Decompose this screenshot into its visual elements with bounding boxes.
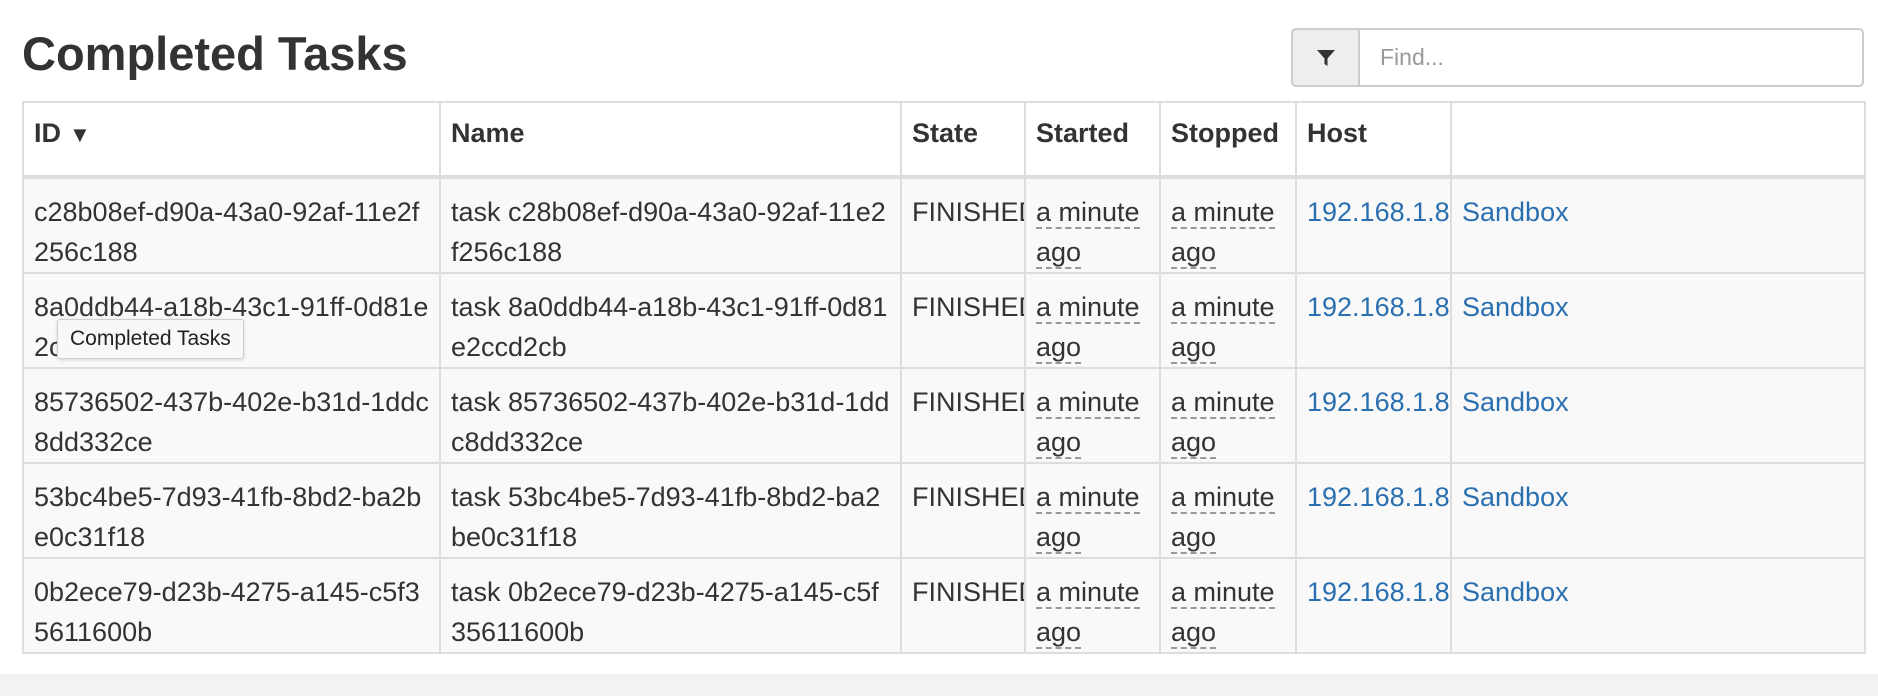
task-id: c28b08ef-d90a-43a0-92af-11e2f256c188 [34, 197, 420, 267]
sandbox-link[interactable]: Sandbox [1462, 197, 1569, 227]
task-name-cell: task c28b08ef-d90a-43a0-92af-11e2f256c18… [439, 177, 901, 273]
filter-group [1291, 28, 1864, 87]
column-header-host[interactable]: Host [1295, 102, 1451, 179]
task-host-cell: 192.168.1.83 [1295, 462, 1451, 558]
task-state: FINISHED [900, 177, 1025, 273]
task-name: task 53bc4be5-7d93-41fb-8bd2-ba2be0c31f1… [451, 482, 881, 552]
column-header-id-label: ID [34, 118, 61, 148]
task-started-cell: a minute ago [1024, 367, 1160, 463]
task-id: 85736502-437b-402e-b31d-1ddc8dd332ce [34, 387, 429, 457]
task-started-cell: a minute ago [1024, 462, 1160, 558]
task-host-cell: 192.168.1.83 [1295, 557, 1451, 653]
task-id-cell: 0b2ece79-d23b-4275-a145-c5f35611600b [23, 557, 440, 653]
table-row: 0b2ece79-d23b-4275-a145-c5f35611600b tas… [23, 557, 1865, 653]
task-stopped-time[interactable]: a minute ago [1171, 387, 1275, 459]
task-name-cell: task 53bc4be5-7d93-41fb-8bd2-ba2be0c31f1… [439, 462, 901, 558]
table-header-row: ID ▼ Name State Started Stopped Host [23, 102, 1865, 179]
filter-icon [1291, 28, 1358, 87]
column-header-actions [1450, 102, 1865, 179]
table-row: 85736502-437b-402e-b31d-1ddc8dd332ce tas… [23, 367, 1865, 463]
task-stopped-cell: a minute ago [1159, 462, 1296, 558]
task-name-cell: task 8a0ddb44-a18b-43c1-91ff-0d81e2ccd2c… [439, 272, 901, 368]
task-sandbox-cell: Sandbox [1450, 462, 1865, 558]
task-stopped-cell: a minute ago [1159, 177, 1296, 273]
task-sandbox-cell: Sandbox [1450, 177, 1865, 273]
task-id: 0b2ece79-d23b-4275-a145-c5f35611600b [34, 577, 420, 647]
task-stopped-time[interactable]: a minute ago [1171, 577, 1275, 649]
task-started-time[interactable]: a minute ago [1036, 197, 1140, 269]
task-stopped-cell: a minute ago [1159, 272, 1296, 368]
task-state: FINISHED [900, 462, 1025, 558]
tasks-table: ID ▼ Name State Started Stopped Host c28b… [22, 101, 1866, 654]
task-started-cell: a minute ago [1024, 272, 1160, 368]
task-stopped-time[interactable]: a minute ago [1171, 197, 1275, 269]
page-title: Completed Tasks [22, 27, 408, 80]
task-name: task c28b08ef-d90a-43a0-92af-11e2f256c18… [451, 197, 886, 267]
task-started-time[interactable]: a minute ago [1036, 577, 1140, 649]
host-link[interactable]: 192.168.1.83 [1307, 197, 1451, 227]
table-row: 53bc4be5-7d93-41fb-8bd2-ba2be0c31f18 tas… [23, 462, 1865, 558]
task-started-cell: a minute ago [1024, 557, 1160, 653]
task-stopped-time[interactable]: a minute ago [1171, 292, 1275, 364]
column-header-name[interactable]: Name [439, 102, 901, 179]
column-header-state[interactable]: State [900, 102, 1025, 179]
task-sandbox-cell: Sandbox [1450, 272, 1865, 368]
task-name: task 0b2ece79-d23b-4275-a145-c5f35611600… [451, 577, 879, 647]
task-host-cell: 192.168.1.83 [1295, 177, 1451, 273]
task-state: FINISHED [900, 557, 1025, 653]
task-name: task 8a0ddb44-a18b-43c1-91ff-0d81e2ccd2c… [451, 292, 888, 362]
table-row: c28b08ef-d90a-43a0-92af-11e2f256c188 tas… [23, 177, 1865, 273]
column-header-started[interactable]: Started [1024, 102, 1160, 179]
task-host-cell: 192.168.1.83 [1295, 367, 1451, 463]
host-link[interactable]: 192.168.1.83 [1307, 577, 1451, 607]
task-id: 53bc4be5-7d93-41fb-8bd2-ba2be0c31f18 [34, 482, 422, 552]
task-stopped-time[interactable]: a minute ago [1171, 482, 1275, 554]
table-row: 8a0ddb44-a18b-43c1-91ff-0d81e2ccd2cb tas… [23, 272, 1865, 368]
host-link[interactable]: 192.168.1.83 [1307, 482, 1451, 512]
task-name-cell: task 0b2ece79-d23b-4275-a145-c5f35611600… [439, 557, 901, 653]
task-id-cell: 53bc4be5-7d93-41fb-8bd2-ba2be0c31f18 [23, 462, 440, 558]
sandbox-link[interactable]: Sandbox [1462, 577, 1569, 607]
tooltip: Completed Tasks [57, 319, 244, 359]
task-started-time[interactable]: a minute ago [1036, 387, 1140, 459]
find-input[interactable] [1358, 28, 1864, 87]
task-started-cell: a minute ago [1024, 177, 1160, 273]
task-name: task 85736502-437b-402e-b31d-1ddc8dd332c… [451, 387, 890, 457]
page-bottom-band [0, 674, 1878, 696]
task-state: FINISHED [900, 272, 1025, 368]
column-header-id[interactable]: ID ▼ [23, 102, 440, 179]
sandbox-link[interactable]: Sandbox [1462, 387, 1569, 417]
completed-tasks-page: Completed Tasks ID▼ Name State Started S [0, 0, 1878, 696]
task-host-cell: 192.168.1.83 [1295, 272, 1451, 368]
task-stopped-cell: a minute ago [1159, 557, 1296, 653]
host-link[interactable]: 192.168.1.83 [1307, 292, 1451, 322]
host-link[interactable]: 192.168.1.83 [1307, 387, 1451, 417]
column-header-stopped[interactable]: Stopped [1159, 102, 1296, 179]
task-sandbox-cell: Sandbox [1450, 557, 1865, 653]
task-started-time[interactable]: a minute ago [1036, 482, 1140, 554]
task-started-time[interactable]: a minute ago [1036, 292, 1140, 364]
sort-descending-icon: ▼ [69, 122, 91, 147]
task-stopped-cell: a minute ago [1159, 367, 1296, 463]
sandbox-link[interactable]: Sandbox [1462, 482, 1569, 512]
task-id-cell: c28b08ef-d90a-43a0-92af-11e2f256c188 [23, 177, 440, 273]
task-state: FINISHED [900, 367, 1025, 463]
task-id-cell: 85736502-437b-402e-b31d-1ddc8dd332ce [23, 367, 440, 463]
task-sandbox-cell: Sandbox [1450, 367, 1865, 463]
sandbox-link[interactable]: Sandbox [1462, 292, 1569, 322]
task-name-cell: task 85736502-437b-402e-b31d-1ddc8dd332c… [439, 367, 901, 463]
